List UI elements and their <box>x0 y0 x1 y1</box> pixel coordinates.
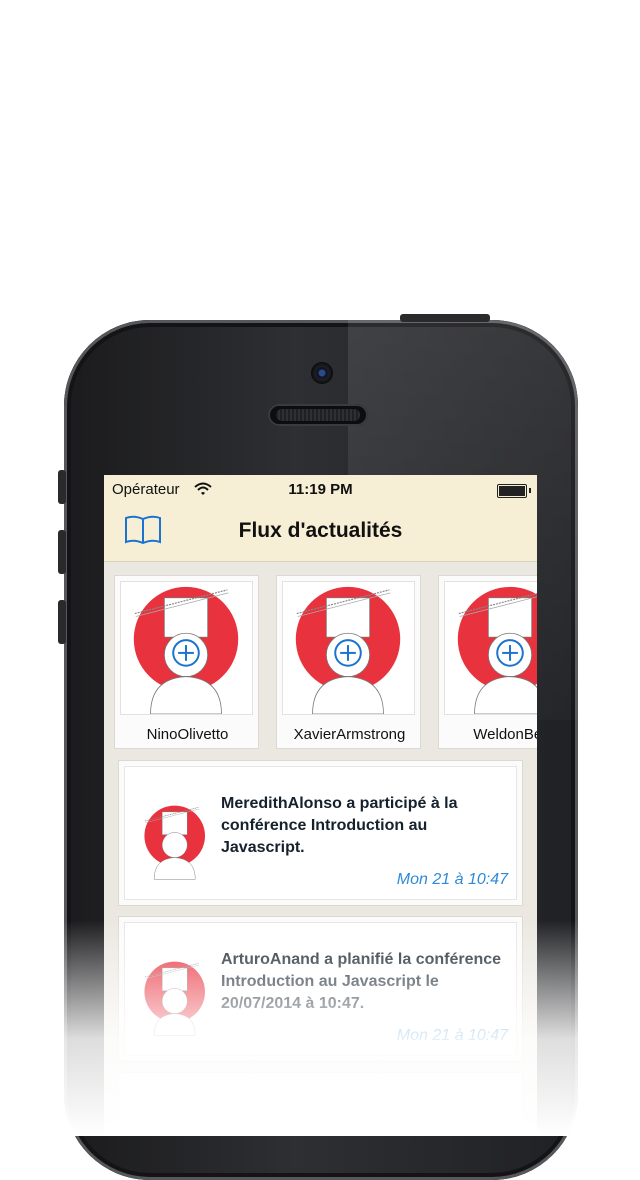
volume-up-button <box>58 530 66 574</box>
feed-item-body: MeredithAlonso a participé à la conféren… <box>124 766 517 900</box>
app-screen: Opérateur 11:19 PM Flux d'actualités Nin… <box>104 475 537 1136</box>
feed-item-text: MeredithAlonso a participé à la conféren… <box>221 795 458 856</box>
graduate-avatar-icon <box>144 961 205 1036</box>
feed-item[interactable]: MeredithAlonso a participé à la conféren… <box>118 760 523 906</box>
avatar <box>137 793 213 889</box>
graduate-avatar-icon <box>144 805 205 880</box>
graduate-avatar-icon <box>295 586 401 714</box>
battery-tip <box>529 488 531 493</box>
avatar <box>137 949 213 1045</box>
front-camera <box>311 362 333 384</box>
power-button <box>400 314 490 322</box>
person-name: WeldonBec <box>473 726 537 743</box>
graduate-avatar-icon <box>133 586 239 714</box>
status-time: 11:19 PM <box>288 481 353 498</box>
avatar <box>444 581 537 715</box>
person-name: XavierArmstrong <box>293 726 406 743</box>
feed-item[interactable]: ArturoAnand a planifié la conférence Int… <box>118 916 523 1062</box>
add-friend-icon <box>172 639 200 667</box>
speaker-grill <box>276 409 360 421</box>
battery-icon <box>497 484 531 498</box>
page-title: Flux d'actualités <box>238 519 403 542</box>
mute-switch <box>58 470 66 504</box>
add-friend-icon <box>334 639 362 667</box>
avatar <box>282 581 415 715</box>
feed-item-time: Mon 21 à 10:47 <box>396 1027 508 1044</box>
people-carousel[interactable]: NinoOlivetto XavierArmstrong WeldonBec <box>114 575 537 749</box>
feed-item-body: ArturoAnand a planifié la conférence Int… <box>124 922 517 1056</box>
navigation-bar: Opérateur 11:19 PM Flux d'actualités <box>104 475 537 562</box>
person-card[interactable]: XavierArmstrong <box>276 575 421 749</box>
graduate-avatar-icon <box>457 586 537 714</box>
battery-level <box>499 486 525 496</box>
person-card[interactable]: NinoOlivetto <box>114 575 259 749</box>
add-friend-icon <box>496 639 524 667</box>
person-card[interactable]: WeldonBec <box>438 575 537 749</box>
feed-item[interactable] <box>118 1072 523 1136</box>
volume-down-button <box>58 600 66 644</box>
feed-item-text: ArturoAnand a planifié la conférence Int… <box>221 951 502 1012</box>
feed-item-time: Mon 21 à 10:47 <box>396 871 508 888</box>
avatar <box>120 581 253 715</box>
person-name: NinoOlivetto <box>146 726 229 743</box>
status-bar: Opérateur 11:19 PM <box>104 475 537 503</box>
